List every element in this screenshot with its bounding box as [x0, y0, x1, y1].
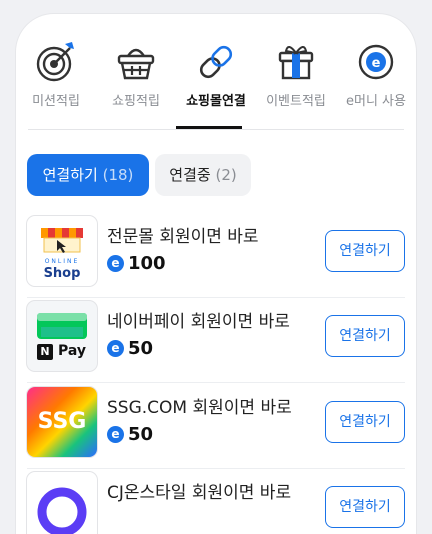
- points: e 50: [107, 337, 153, 359]
- segment-count: (18): [102, 166, 134, 184]
- emoney-coin-icon: e: [107, 254, 124, 272]
- tab-shopping[interactable]: 쇼핑적립: [96, 40, 176, 130]
- connect-button[interactable]: 연결하기: [325, 230, 405, 272]
- points: e 50: [107, 423, 153, 445]
- segment-connected[interactable]: 연결중 (2): [155, 154, 251, 196]
- divider: [28, 129, 404, 130]
- target-icon: [36, 42, 74, 82]
- tab-mall-link[interactable]: 쇼핑몰연결: [176, 40, 256, 130]
- mall-logo: N Pay: [27, 301, 97, 371]
- logo-text: Shop: [43, 266, 81, 281]
- logo-caption: ONLINE: [44, 258, 80, 265]
- logo-text: SSG: [37, 409, 87, 434]
- category-tabs: 미션적립 쇼핑적립 쇼핑몰연결 이벤트적립 e e머니 사용: [16, 40, 416, 130]
- points-value: 100: [128, 252, 166, 274]
- tab-label: 쇼핑적립: [112, 94, 160, 109]
- list-item[interactable]: N Pay 네이버페이 회원이면 바로 e 50 연결하기: [27, 299, 405, 383]
- link-icon: [199, 45, 233, 79]
- svg-text:e: e: [372, 56, 381, 71]
- list-item[interactable]: SSG SSG.COM 회원이면 바로 e 50 연결하기: [27, 385, 405, 469]
- mall-logo: ONLINE Shop: [27, 216, 97, 286]
- emoney-coin-icon: e: [107, 339, 124, 357]
- item-title: 네이버페이 회원이면 바로: [107, 312, 290, 332]
- tab-mission[interactable]: 미션적립: [16, 40, 96, 130]
- tab-label: 쇼핑몰연결: [186, 94, 246, 109]
- item-title: 전문몰 회원이면 바로: [107, 227, 259, 247]
- mall-logo: [27, 472, 97, 534]
- segment-count: (2): [215, 166, 237, 184]
- divider: [27, 297, 405, 298]
- mall-logo: SSG: [27, 387, 97, 457]
- basket-icon: [117, 48, 155, 80]
- naver-n-icon: N: [37, 344, 53, 360]
- connect-button[interactable]: 연결하기: [325, 486, 405, 528]
- divider: [27, 382, 405, 383]
- item-title: SSG.COM 회원이면 바로: [107, 398, 292, 418]
- tab-emoney[interactable]: e e머니 사용: [336, 40, 416, 130]
- points: e 100: [107, 252, 166, 274]
- segment-connect[interactable]: 연결하기 (18): [27, 154, 149, 196]
- logo-text: Pay: [58, 343, 87, 359]
- emoney-icon: e: [358, 44, 394, 80]
- tab-event[interactable]: 이벤트적립: [256, 40, 336, 130]
- connect-button[interactable]: 연결하기: [325, 401, 405, 443]
- tab-label: e머니 사용: [346, 94, 406, 109]
- segment-label: 연결하기: [42, 166, 98, 184]
- emoney-coin-icon: e: [107, 425, 124, 443]
- connect-button[interactable]: 연결하기: [325, 315, 405, 357]
- tab-label: 이벤트적립: [266, 94, 326, 109]
- list-item[interactable]: CJ온스타일 회원이면 바로 연결하기: [27, 470, 405, 534]
- divider: [27, 468, 405, 469]
- item-title: CJ온스타일 회원이면 바로: [107, 483, 292, 503]
- list-item[interactable]: ONLINE Shop 전문몰 회원이면 바로 e 100 연결하기: [27, 214, 405, 298]
- points-value: 50: [128, 423, 154, 445]
- main-card: 미션적립 쇼핑적립 쇼핑몰연결 이벤트적립 e e머니 사용 연결하기 (18)…: [16, 14, 416, 534]
- points-value: 50: [128, 337, 154, 359]
- gift-icon: [278, 46, 314, 80]
- segment-label: 연결중: [169, 166, 211, 184]
